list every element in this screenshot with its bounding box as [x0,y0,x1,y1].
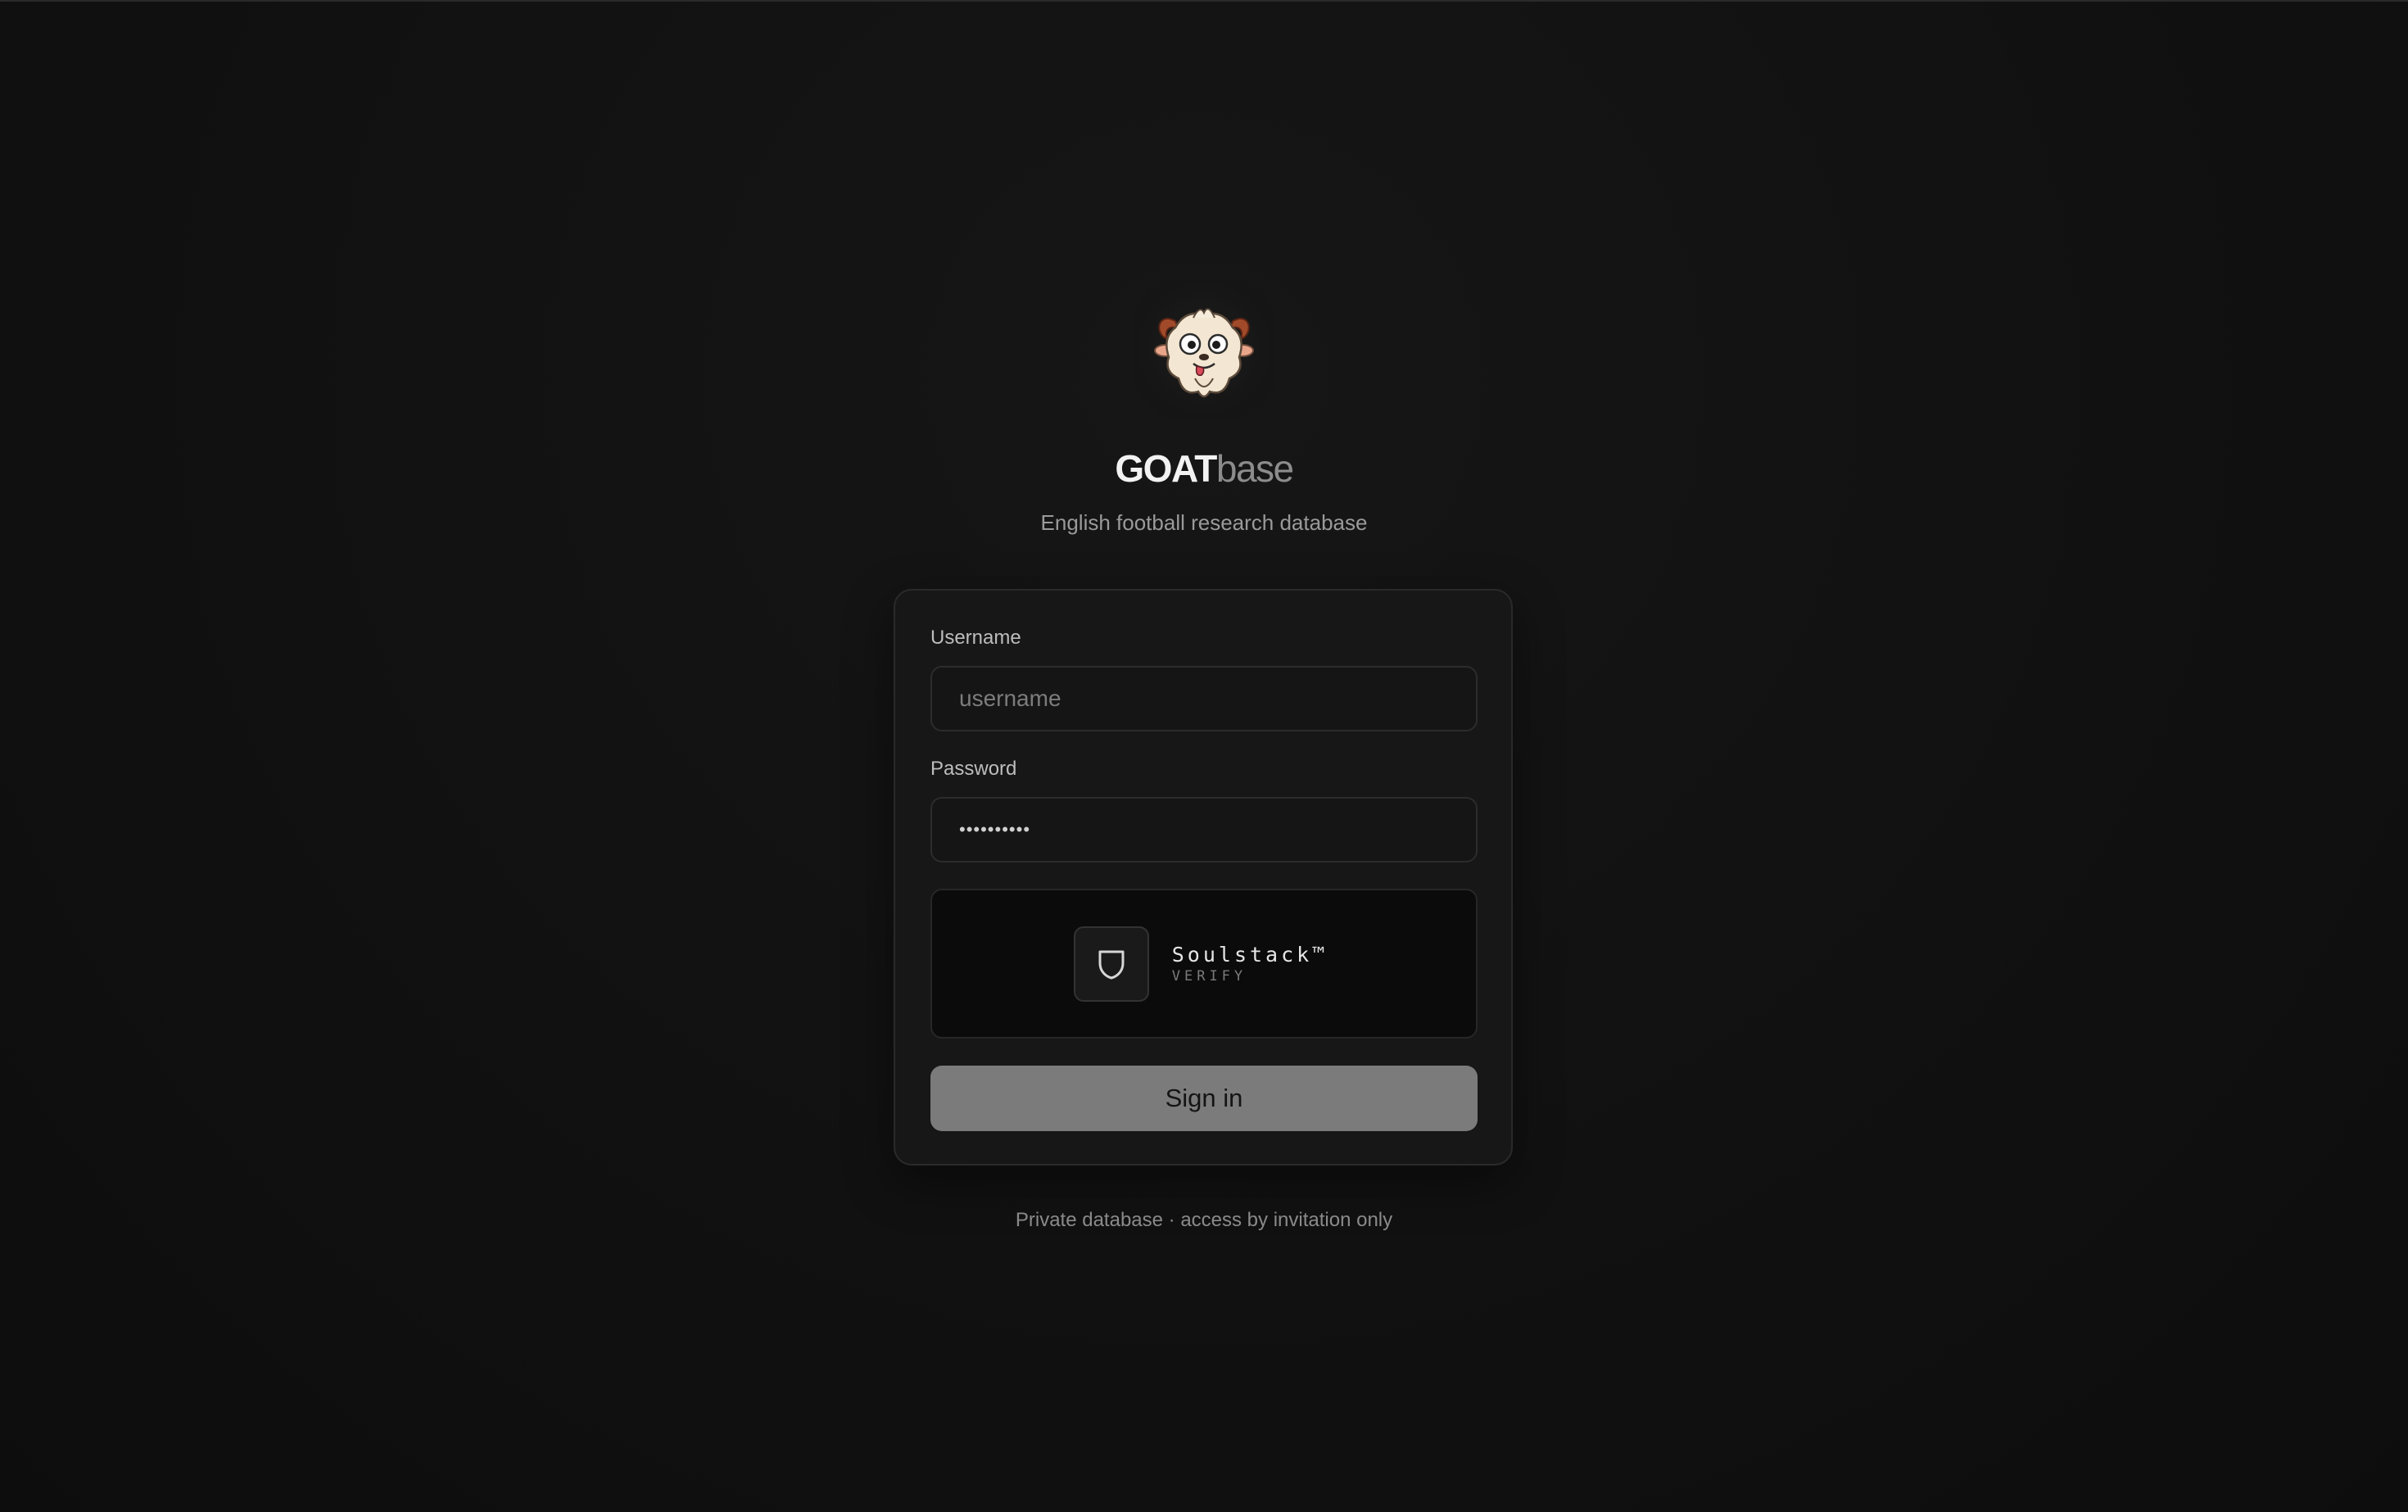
password-label: Password [930,758,1017,780]
password-input[interactable] [930,797,1478,862]
login-card: Username Password Soulstack™ VERIFY Sign… [894,589,1513,1166]
verify-content: Soulstack™ VERIFY [1073,926,1328,1002]
soulstack-verify-widget[interactable]: Soulstack™ VERIFY [930,889,1478,1039]
app-title-soft: base [1215,447,1294,490]
shield-icon[interactable] [1073,926,1149,1002]
verify-text: Soulstack™ VERIFY [1172,943,1328,985]
verify-brand: Soulstack™ [1171,942,1328,967]
app-subtitle: English football research database [1040,510,1368,535]
login-page: GOATbase English football research datab… [0,0,2408,1512]
verify-sub: VERIFY [1171,967,1247,985]
app-title: GOATbase [0,446,2408,491]
username-label: Username [930,627,1021,649]
sign-in-button[interactable]: Sign in [930,1066,1478,1131]
username-input[interactable] [930,666,1478,731]
goat-mascot-icon [1134,278,1274,418]
app-title-strong: GOAT [1115,447,1217,490]
footer-note: Private database · access by invitation … [1015,1209,1393,1231]
brand-header: GOATbase English football research datab… [0,278,2408,536]
